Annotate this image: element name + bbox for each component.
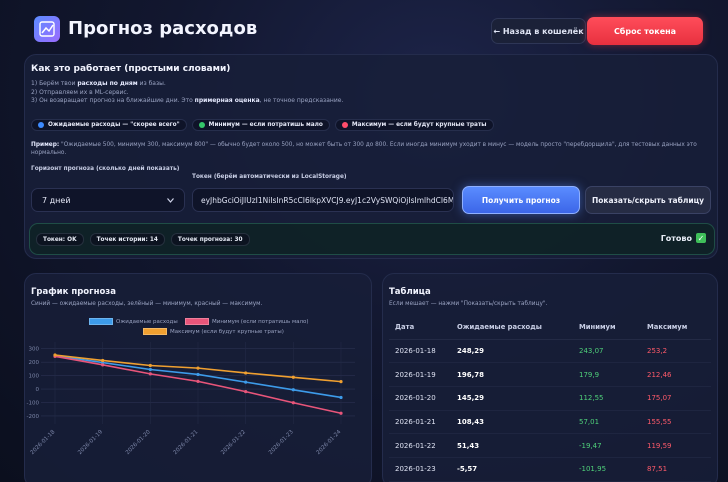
x-tick-label: 2026-01-21 — [173, 429, 200, 456]
y-tick-label: 300 — [29, 347, 40, 353]
table-row: 2026-01-21 108,43 57,01 155,55 — [389, 410, 711, 435]
chart-logo-icon — [34, 16, 60, 42]
series-point — [101, 363, 105, 367]
y-tick-label: 100 — [29, 374, 40, 380]
series-point — [101, 358, 105, 363]
y-tick-label: -100 — [27, 400, 40, 406]
series-point — [196, 379, 200, 383]
how-title: Как это работает (простыми словами) — [31, 64, 231, 74]
token-label: Токен (берём автоматически из LocalStora… — [192, 174, 347, 180]
series-point — [339, 380, 343, 384]
table-subtitle: Если мешает — нажми "Показать/скрыть таб… — [389, 301, 548, 307]
y-tick-label: -200 — [27, 414, 40, 420]
col-max: Максимум — [641, 316, 711, 340]
table-row: 2026-01-19 196,78 179,9 212,46 — [389, 362, 711, 387]
back-to-wallet-button[interactable]: ← Назад в кошелёк — [491, 18, 586, 44]
token-input[interactable]: eyJhbGciOiJIUzI1NiIsInR5cCI6IkpXVCJ9.eyJ… — [192, 188, 454, 212]
col-date: Дата — [389, 316, 451, 340]
series-point — [339, 395, 343, 400]
red-dot-icon — [341, 122, 348, 128]
horizon-label: Горизонт прогноза (сколько дней показать… — [31, 166, 180, 172]
series-point — [244, 380, 248, 384]
step-2: 2) Отправляем их в ML-сервис. — [31, 88, 129, 96]
horizon-value: 7 дней — [42, 195, 71, 205]
y-tick-label: 200 — [29, 360, 40, 366]
series-point — [291, 375, 295, 379]
header: Прогноз расходов ← Назад в кошелёк Сброс… — [34, 14, 718, 48]
series-point — [53, 353, 57, 357]
series-point — [291, 388, 295, 392]
blue-dot-icon — [38, 122, 44, 128]
series-point — [244, 371, 248, 375]
page-title: Прогноз расходов — [68, 18, 258, 39]
ready-status: Готово ✓ — [661, 233, 706, 243]
series-point — [148, 363, 152, 368]
x-tick-label: 2026-01-23 — [268, 429, 295, 456]
pill-max: Максимум — если будут крупные траты — [334, 119, 494, 131]
x-tick-label: 2026-01-18 — [30, 429, 57, 456]
x-tick-label: 2026-01-24 — [316, 429, 343, 456]
table-title: Таблица — [389, 287, 431, 297]
y-tick-label: 0 — [36, 387, 40, 393]
x-tick-label: 2026-01-22 — [220, 429, 247, 456]
forecast-table: Дата Ожидаемые расходы Минимум Максимум … — [389, 316, 711, 482]
series-point — [196, 372, 200, 377]
series-point — [196, 366, 200, 370]
status-chip-forecast: Точек прогноза: 30 — [170, 233, 250, 246]
step-3: 3) Он возвращает прогноз на ближайшие дн… — [31, 97, 344, 104]
status-chip-history: Точек истории: 14 — [89, 233, 165, 246]
toggle-table-button[interactable]: Показать/скрыть таблицу — [585, 186, 711, 214]
pill-expected: Ожидаемые расходы — "скорее всего" — [31, 119, 187, 131]
series-point — [291, 401, 295, 405]
example-text: Пример: "Ожидаемые 500, минимум 300, мак… — [31, 142, 697, 156]
series-point — [339, 411, 343, 415]
green-dot-icon — [198, 122, 205, 128]
pill-min: Минимум — если потратишь мало — [191, 119, 330, 131]
status-chip-token: Токен: OK — [36, 233, 84, 246]
x-tick-label: 2026-01-19 — [77, 429, 104, 456]
chart-card: График прогноза Синий — ожидаемые расход… — [24, 273, 372, 482]
status-bar: Токен: OK Точек истории: 14 Точек прогно… — [29, 223, 715, 255]
table-header-row: Дата Ожидаемые расходы Минимум Максимум — [389, 316, 711, 340]
check-icon: ✓ — [696, 233, 706, 243]
forecast-chart: 300 200 100 0 -100 -200 2026-01-18 2026-01-19 20… — [27, 342, 355, 456]
reset-token-button[interactable]: Сброс токена — [587, 17, 703, 45]
chevron-down-icon — [167, 197, 174, 203]
table-row: 2026-01-20 145,29 112,55 175,07 — [389, 386, 711, 411]
table-row: 2026-01-22 51,43 -19,47 119,59 — [389, 433, 711, 458]
table-card: Таблица Если мешает — нажми "Показать/ск… — [382, 273, 718, 482]
get-forecast-button[interactable]: Получить прогноз — [462, 186, 580, 214]
how-it-works-card: Как это работает (простыми словами) 1) Б… — [24, 54, 718, 259]
steps-list: 1) Берём твои расходы по дням из базы. 2… — [31, 80, 343, 106]
table-row: 2026-01-18 248,29 243,07 253,2 — [389, 339, 711, 364]
series-point — [244, 390, 248, 394]
step-1: 1) Берём твои расходы по дням из базы. — [31, 80, 166, 87]
legend-pills: Ожидаемые расходы — "скорее всего" Миним… — [31, 119, 494, 131]
ready-label: Готово — [660, 233, 692, 243]
col-expected: Ожидаемые расходы — [451, 316, 573, 340]
series-point — [148, 372, 152, 376]
table-row: 2026-01-23 -5,57 -101,95 87,51 — [389, 457, 711, 482]
col-min: Минимум — [573, 316, 641, 340]
horizon-select[interactable]: 7 дней — [31, 188, 185, 212]
x-tick-label: 2026-01-20 — [125, 429, 152, 456]
series-point — [148, 367, 152, 372]
